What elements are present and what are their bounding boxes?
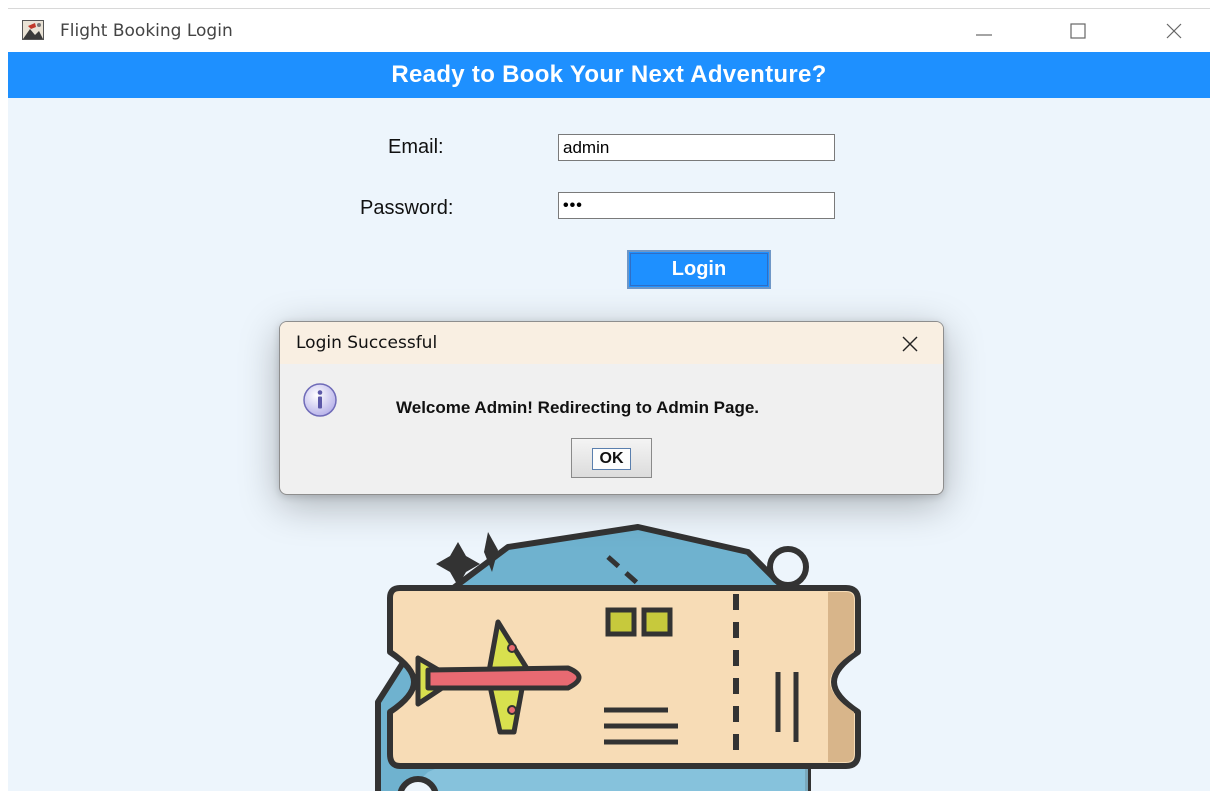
app-icon: [22, 20, 44, 40]
info-icon: [302, 382, 338, 418]
close-button[interactable]: [1154, 15, 1194, 47]
maximize-icon: [1070, 23, 1086, 39]
welcome-banner: Ready to Book Your Next Adventure?: [8, 52, 1210, 98]
email-label: Email:: [388, 136, 444, 158]
dialog-titlebar: Login Successful: [280, 322, 943, 364]
close-icon: [902, 336, 918, 352]
password-label: Password:: [360, 197, 454, 219]
flight-ticket-illustration: [375, 524, 861, 791]
password-field[interactable]: •••: [558, 192, 835, 219]
window-title: Flight Booking Login: [60, 21, 233, 41]
ok-button-label: OK: [592, 448, 631, 470]
ok-button[interactable]: OK: [571, 438, 652, 478]
dialog-message: Welcome Admin! Redirecting to Admin Page…: [396, 398, 760, 417]
close-icon: [1166, 23, 1182, 39]
window-titlebar: Flight Booking Login: [8, 8, 1210, 52]
dialog-title: Login Successful: [296, 333, 438, 353]
email-field[interactable]: admin: [558, 134, 835, 161]
minimize-icon: [976, 34, 992, 36]
dialog-close-button[interactable]: [892, 328, 928, 358]
maximize-button[interactable]: [1058, 15, 1098, 47]
login-success-dialog: Login Successful Welcome Admin! Redirect…: [279, 321, 944, 495]
login-button[interactable]: Login: [627, 250, 771, 289]
minimize-button[interactable]: [964, 15, 1004, 47]
